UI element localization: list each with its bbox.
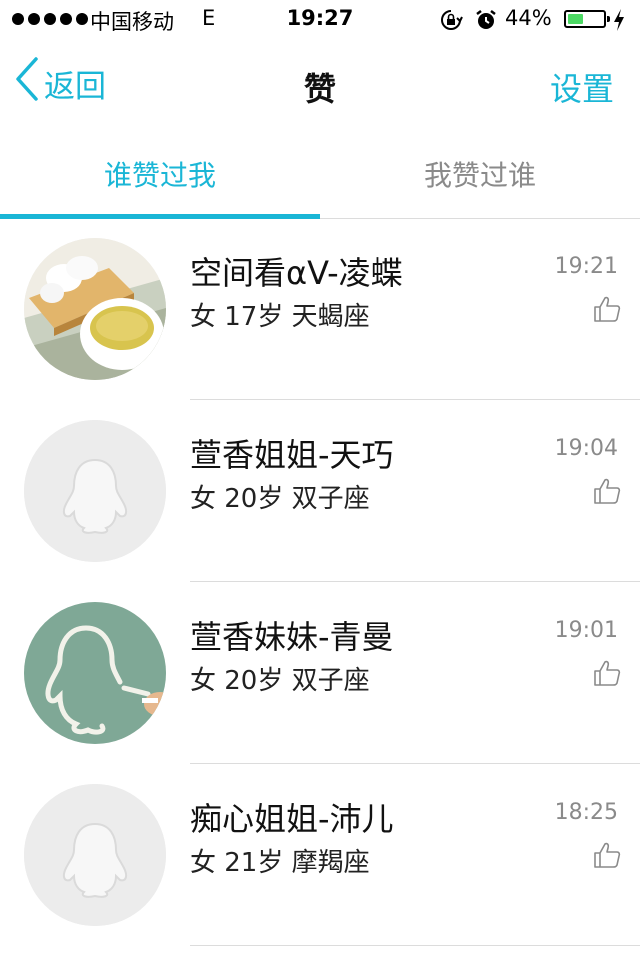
list-item[interactable]: 萱香妹妹-青曼 女 20岁 双子座 19:01 — [0, 582, 640, 764]
user-info: 女 21岁 摩羯座 — [190, 848, 370, 878]
thumbs-up-icon[interactable] — [592, 840, 622, 870]
thumbs-up-icon[interactable] — [592, 476, 622, 506]
avatar[interactable] — [24, 238, 166, 380]
battery-percent: 44% — [505, 6, 552, 30]
tab-label: 我赞过谁 — [423, 159, 536, 192]
user-info: 女 20岁 双子座 — [190, 666, 370, 696]
signal-strength-icon — [12, 13, 88, 25]
user-name: 萱香姐姐-天巧 — [190, 436, 394, 474]
like-time: 19:21 — [554, 254, 618, 279]
tab-who-i-liked[interactable]: 我赞过谁 — [320, 130, 640, 218]
like-time: 19:04 — [554, 436, 618, 461]
user-name: 空间看αV-凌蝶 — [190, 254, 403, 292]
user-name: 萱香妹妹-青曼 — [190, 618, 394, 656]
back-label: 返回 — [44, 68, 106, 105]
like-time: 19:01 — [554, 618, 618, 643]
list-item[interactable]: 空间看αV-凌蝶 女 17岁 天蝎座 19:21 — [0, 218, 640, 400]
chevron-left-icon — [14, 56, 44, 110]
back-button[interactable]: 返回 — [14, 56, 106, 110]
battery-icon — [564, 10, 610, 28]
user-name: 痴心姐姐-沛儿 — [190, 800, 394, 838]
network-type: E — [202, 6, 216, 30]
list-item[interactable]: 痴心姐姐-沛儿 女 21岁 摩羯座 18:25 — [0, 764, 640, 946]
avatar[interactable] — [24, 784, 166, 926]
avatar[interactable] — [24, 420, 166, 562]
tab-label: 谁赞过我 — [103, 159, 216, 192]
rotation-lock-icon — [439, 8, 463, 37]
liker-list: 空间看αV-凌蝶 女 17岁 天蝎座 19:21 萱香姐姐-天巧 女 20岁 双… — [0, 218, 640, 946]
status-bar: 中国移动 E 19:27 44% — [0, 0, 640, 40]
settings-button[interactable]: 设置 — [550, 64, 614, 110]
like-time: 18:25 — [554, 800, 618, 825]
bolt-icon — [612, 8, 626, 37]
tab-who-liked-me[interactable]: 谁赞过我 — [0, 130, 320, 219]
list-item[interactable]: 萱香姐姐-天巧 女 20岁 双子座 19:04 — [0, 400, 640, 582]
user-info: 女 17岁 天蝎座 — [190, 302, 370, 332]
avatar[interactable] — [24, 602, 166, 744]
alarm-clock-icon — [474, 8, 498, 37]
carrier-name: 中国移动 — [90, 10, 174, 34]
user-info: 女 20岁 双子座 — [190, 484, 370, 514]
divider — [190, 945, 640, 946]
thumbs-up-icon[interactable] — [592, 294, 622, 324]
navigation-bar: 返回 赞 设置 — [0, 40, 640, 130]
tab-bar: 谁赞过我 我赞过谁 — [0, 130, 640, 219]
thumbs-up-icon[interactable] — [592, 658, 622, 688]
